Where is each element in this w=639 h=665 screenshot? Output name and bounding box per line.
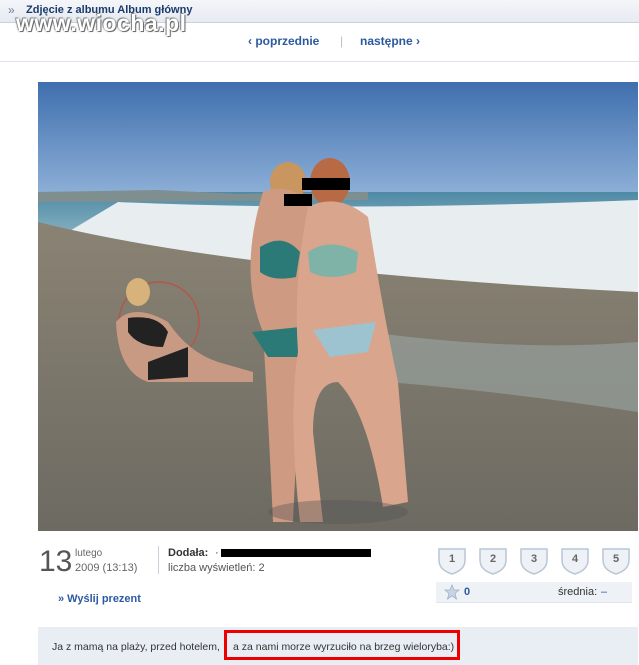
beach-photo[interactable] [38,82,638,531]
rate-5-button[interactable]: 5 [600,546,632,576]
rate-2-button[interactable]: 2 [477,546,509,576]
rate-1-button[interactable]: 1 [436,546,468,576]
vote-count: 0 [464,586,471,598]
views-label: liczba wyświetleń: [168,562,256,574]
breadcrumb-arrow-icon: » [8,3,15,17]
star-icon [444,584,460,600]
added-by-name[interactable]: · [215,547,219,559]
added-by-label: Dodała: [168,547,209,559]
rate-4-label: 4 [571,553,579,565]
rate-5-label: 5 [612,553,620,565]
description-part-1: Ja z mamą na plaży, przed hotelem, [52,641,220,653]
photo-date-day: 13 [39,545,73,578]
redacted-name-bar [221,549,371,557]
view-count: liczba wyświetleń: 2 [168,562,265,574]
photo-date-year-time: 2009 (13:13) [75,562,138,574]
rate-2-label: 2 [489,553,497,565]
previous-photo-link[interactable]: ‹ poprzednie [248,34,319,48]
meta-separator [158,546,159,574]
rate-1-label: 1 [448,553,456,565]
rate-4-button[interactable]: 4 [559,546,591,576]
send-gift-link[interactable]: » Wyślij prezent [58,593,141,605]
beach-photo-image [38,82,638,531]
rate-3-label: 3 [530,553,538,565]
rating-options: 1 2 3 4 5 [436,546,632,578]
photo-navigation: ‹ poprzednie | następne › [0,34,639,52]
average-value: – [601,586,608,598]
photo-description: Ja z mamą na plaży, przed hotelem, a za … [38,627,638,665]
rate-3-button[interactable]: 3 [518,546,550,576]
views-value: 2 [258,562,265,574]
divider [0,61,639,62]
nav-separator: | [340,34,344,48]
site-watermark: www.wiocha.pl [16,10,187,36]
photo-date-month: lutego [75,548,103,559]
next-photo-link[interactable]: następne › [360,34,420,48]
highlight-box: a za nami morze wyrzuciło na brzeg wielo… [224,630,460,660]
description-part-2: a za nami morze wyrzuciło na brzeg wielo… [233,641,455,653]
rating-stats: 0 średnia: – [436,582,632,603]
average-label: średnia: [558,586,598,598]
